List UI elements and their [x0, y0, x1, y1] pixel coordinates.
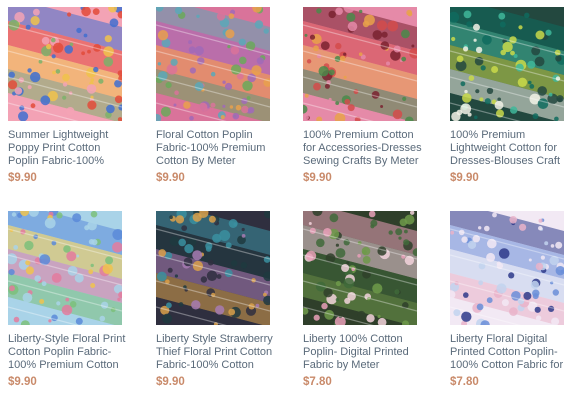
- fabric-liberty-style: [8, 211, 122, 325]
- product-card[interactable]: 100% Premium Cotton for Accessories-Dres…: [303, 7, 425, 184]
- fabric-blue-digital-floral: [450, 211, 564, 325]
- product-price: $9.90: [450, 172, 479, 184]
- fabric-green-leaf-print: [450, 7, 564, 121]
- product-grid: Summer Lightweight Poppy Print Cotton Po…: [0, 0, 570, 415]
- product-card[interactable]: Summer Lightweight Poppy Print Cotton Po…: [8, 7, 130, 184]
- product-card[interactable]: Liberty Style Strawberry Thief Floral Pr…: [156, 211, 278, 388]
- product-image[interactable]: [450, 211, 564, 325]
- product-title[interactable]: 100% Premium Lightweight Cotton for Dres…: [450, 129, 570, 168]
- product-title[interactable]: Summer Lightweight Poppy Print Cotton Po…: [8, 129, 130, 168]
- product-price: $9.90: [8, 376, 37, 388]
- product-title[interactable]: Liberty 100% Cotton Poplin- Digital Prin…: [303, 333, 425, 372]
- product-image[interactable]: [156, 211, 270, 325]
- product-price: $9.90: [303, 172, 332, 184]
- product-image[interactable]: [303, 211, 417, 325]
- product-title[interactable]: Liberty Floral Digital Printed Cotton Po…: [450, 333, 570, 372]
- product-price: $7.80: [450, 376, 479, 388]
- fabric-tulip-print: [303, 211, 417, 325]
- product-title[interactable]: Liberty-Style Floral Print Cotton Poplin…: [8, 333, 130, 372]
- product-card[interactable]: Liberty Floral Digital Printed Cotton Po…: [450, 211, 570, 388]
- product-image[interactable]: [8, 7, 122, 121]
- product-card[interactable]: Floral Cotton Poplin Fabric-100% Premium…: [156, 7, 278, 184]
- product-image[interactable]: [8, 211, 122, 325]
- product-price: $9.90: [8, 172, 37, 184]
- fabric-ditsy-print: [303, 7, 417, 121]
- product-title[interactable]: 100% Premium Cotton for Accessories-Dres…: [303, 129, 425, 168]
- product-title[interactable]: Liberty Style Strawberry Thief Floral Pr…: [156, 333, 278, 372]
- fabric-poppy-print: [8, 7, 122, 121]
- fabric-strawberry-thief: [156, 211, 270, 325]
- product-price: $9.90: [156, 172, 185, 184]
- product-image[interactable]: [303, 7, 417, 121]
- fabric-floral-stack: [156, 7, 270, 121]
- product-card[interactable]: 100% Premium Lightweight Cotton for Dres…: [450, 7, 570, 184]
- product-card[interactable]: Liberty 100% Cotton Poplin- Digital Prin…: [303, 211, 425, 388]
- product-image[interactable]: [156, 7, 270, 121]
- product-card[interactable]: Liberty-Style Floral Print Cotton Poplin…: [8, 211, 130, 388]
- product-image[interactable]: [450, 7, 564, 121]
- product-price: $9.90: [156, 376, 185, 388]
- product-price: $7.80: [303, 376, 332, 388]
- product-title[interactable]: Floral Cotton Poplin Fabric-100% Premium…: [156, 129, 278, 168]
